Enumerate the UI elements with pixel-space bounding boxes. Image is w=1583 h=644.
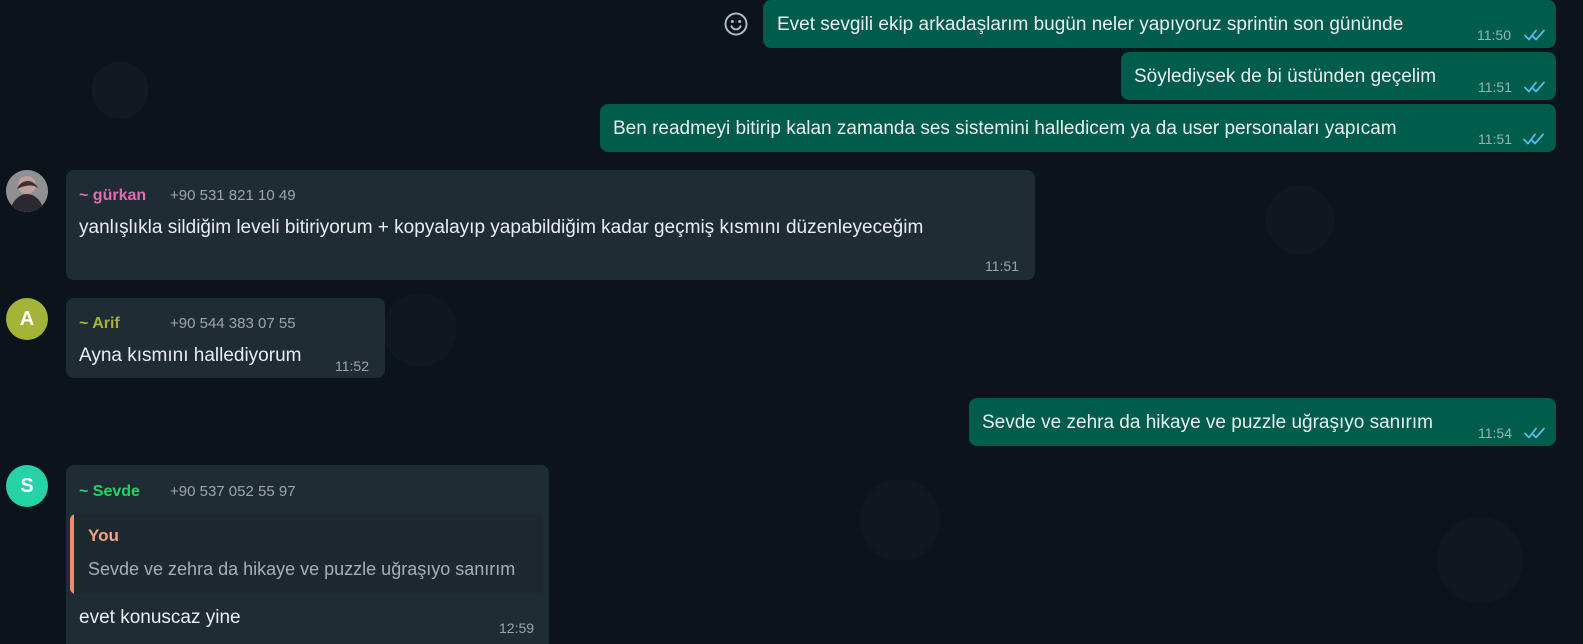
avatar-initial: S	[20, 474, 34, 497]
sender-name[interactable]: ~ gürkan	[79, 187, 146, 205]
message-time: 11:51	[1478, 79, 1512, 95]
message-time: 11:54	[1478, 425, 1512, 441]
incoming-message-bubble[interactable]: ~ Arif +90 544 383 07 55 Ayna kısmını ha…	[66, 298, 385, 378]
message-time: 12:59	[499, 620, 535, 636]
outgoing-message-bubble[interactable]: Söylediysek de bi üstünden geçelim 11:51	[1121, 52, 1556, 100]
message-time: 11:51	[1478, 131, 1512, 147]
message-text: Ayna kısmını hallediyorum	[79, 345, 302, 366]
emoji-reaction-button[interactable]	[722, 10, 750, 38]
sender-name[interactable]: ~ Arif	[79, 315, 120, 333]
avatar[interactable]	[6, 170, 48, 212]
quote-text: Sevde ve zehra da hikaye ve puzzle uğraş…	[88, 559, 516, 579]
quoted-message[interactable]: You Sevde ve zehra da hikaye ve puzzle u…	[70, 514, 543, 594]
profile-photo-icon	[6, 170, 48, 212]
message-text: Evet sevgili ekip arkadaşlarım bugün nel…	[777, 14, 1404, 35]
message-time: 11:51	[985, 258, 1019, 274]
emoji-icon	[724, 12, 748, 36]
double-check-icon	[1523, 133, 1544, 145]
double-check-icon	[1524, 427, 1545, 439]
avatar-initial: A	[19, 307, 35, 330]
quote-accent-bar	[70, 514, 74, 594]
message-text: Söylediysek de bi üstünden geçelim	[1134, 66, 1437, 87]
double-check-icon	[1524, 81, 1545, 93]
message-text: Sevde ve zehra da hikaye ve puzzle uğraş…	[982, 412, 1433, 433]
sender-phone: +90 537 052 55 97	[170, 483, 296, 500]
message-text: evet konuscaz yine	[79, 607, 241, 628]
sender-name[interactable]: ~ Sevde	[79, 483, 140, 501]
avatar[interactable]: S	[6, 465, 48, 507]
sender-phone: +90 544 383 07 55	[170, 315, 296, 332]
avatar[interactable]: A	[6, 298, 48, 340]
outgoing-message-bubble[interactable]: Sevde ve zehra da hikaye ve puzzle uğraş…	[969, 398, 1556, 446]
outgoing-message-bubble[interactable]: Evet sevgili ekip arkadaşlarım bugün nel…	[763, 0, 1556, 48]
outgoing-message-bubble[interactable]: Ben readmeyi bitirip kalan zamanda ses s…	[600, 104, 1556, 152]
sender-phone: +90 531 821 10 49	[170, 187, 296, 204]
message-text: yanlışlıkla sildiğim leveli bitiriyorum …	[79, 217, 924, 238]
double-check-icon	[1524, 29, 1545, 41]
message-text: Ben readmeyi bitirip kalan zamanda ses s…	[613, 118, 1397, 139]
message-time: 11:52	[335, 358, 369, 374]
chat-background: Evet sevgili ekip arkadaşlarım bugün nel…	[0, 0, 1583, 644]
incoming-message-bubble[interactable]: ~ Sevde +90 537 052 55 97 You Sevde ve z…	[66, 465, 549, 644]
message-time: 11:50	[1477, 27, 1511, 43]
quote-author: You	[88, 526, 119, 545]
incoming-message-bubble[interactable]: ~ gürkan +90 531 821 10 49 yanlışlıkla s…	[66, 170, 1035, 280]
